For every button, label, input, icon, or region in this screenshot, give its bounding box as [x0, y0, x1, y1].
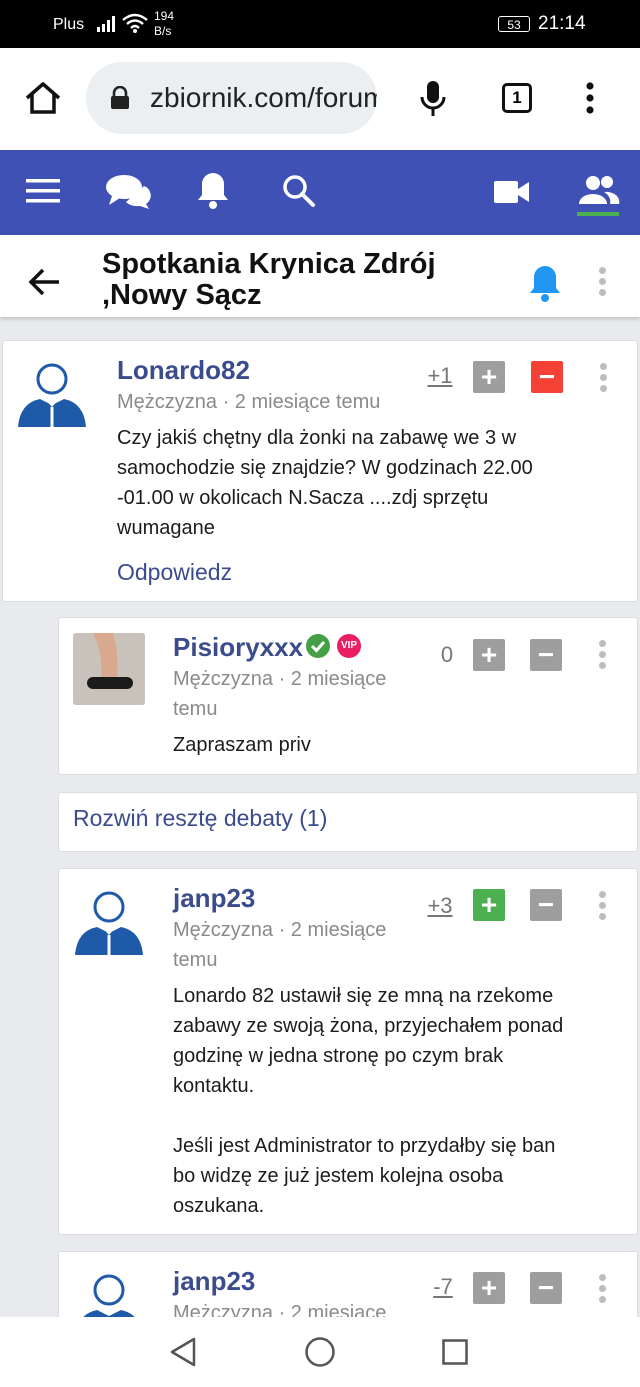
post-meta: Mężczyzna · 2 miesiące temu [117, 391, 381, 413]
reply-link[interactable]: Odpowiedz [117, 559, 232, 586]
home-nav-icon[interactable] [304, 1336, 336, 1368]
friends-icon[interactable] [578, 174, 620, 206]
video-icon[interactable] [494, 180, 530, 204]
post-card: janp23 Mężczyzna · 2 miesiące temu +3 + −… [58, 868, 638, 1235]
network-speed: 194 B/s [154, 9, 175, 38]
url-text: zbiornik.com/forum [150, 82, 377, 113]
subscribe-bell-icon[interactable] [528, 263, 562, 303]
lock-icon [111, 86, 129, 109]
post-meta: Mężczyzna · 2 miesiące temu [173, 919, 387, 971]
expand-debate-button[interactable]: Rozwiń resztę debaty (1) [58, 792, 638, 852]
back-arrow-icon[interactable] [28, 267, 60, 297]
downvote-button[interactable]: − [530, 639, 562, 671]
downvote-button[interactable]: − [530, 1272, 562, 1304]
app-navbar [0, 150, 640, 235]
system-navigation-bar [0, 1317, 640, 1387]
active-tab-indicator [577, 212, 619, 216]
browser-toolbar: zbiornik.com/forum 1 [0, 48, 640, 150]
page-title: Spotkania Krynica Zdrój ,Nowy Sącz [102, 248, 436, 311]
photo-thumbnail-icon [73, 633, 145, 705]
post-username[interactable]: janp23 [173, 1266, 255, 1297]
default-avatar-icon[interactable] [73, 883, 145, 955]
status-bar: Plus 194 B/s 53 21:14 [0, 0, 640, 48]
post-body: Czy jakiś chętny dla żonki na zabawę we … [117, 427, 533, 539]
default-avatar-icon[interactable] [73, 1266, 145, 1317]
expand-debate-label: Rozwiń resztę debaty (1) [73, 805, 328, 831]
post-meta: Mężczyzna · 2 miesiące temu [173, 668, 387, 720]
browser-menu-icon[interactable] [584, 81, 596, 115]
post-menu-icon[interactable] [598, 363, 608, 396]
tab-switcher-button[interactable]: 1 [502, 83, 532, 113]
post-username[interactable]: janp23 [173, 883, 255, 914]
post-card: Lonardo82 Mężczyzna · 2 miesiące temu +1… [2, 340, 638, 602]
post-meta: Mężczyzna · 2 miesiące [173, 1302, 387, 1317]
post-menu-icon[interactable] [597, 891, 607, 924]
verified-icon [306, 634, 330, 658]
microphone-icon[interactable] [420, 80, 446, 118]
wifi-icon [122, 13, 148, 33]
vote-score[interactable]: +1 [423, 363, 457, 389]
post-body: Lonardo 82 ustawił się ze mną na rzekome… [173, 985, 564, 1217]
upvote-button[interactable]: + [473, 361, 505, 393]
post-menu-icon[interactable] [597, 640, 607, 673]
upvote-button[interactable]: + [473, 889, 505, 921]
vip-badge: VIP [337, 634, 361, 658]
upvote-button[interactable]: + [473, 1272, 505, 1304]
home-icon[interactable] [24, 81, 62, 115]
back-nav-icon[interactable] [170, 1337, 196, 1367]
post-menu-icon[interactable] [597, 1274, 607, 1307]
thread-header: Spotkania Krynica Zdrój ,Nowy Sącz [0, 235, 640, 317]
downvote-button[interactable]: − [530, 889, 562, 921]
battery-icon: 53 [498, 16, 530, 32]
downvote-button[interactable]: − [531, 361, 563, 393]
default-avatar-icon[interactable] [16, 355, 88, 427]
post-body: Zapraszam priv [173, 734, 311, 756]
post-card: janp23 Mężczyzna · 2 miesiące -7 + − [58, 1251, 638, 1317]
vote-score[interactable]: +3 [423, 893, 457, 919]
menu-icon[interactable] [26, 178, 60, 204]
notifications-icon[interactable] [196, 170, 230, 210]
signal-icon [97, 16, 115, 32]
post-username[interactable]: Pisioryxxx [173, 632, 303, 663]
vote-score[interactable]: 0 [430, 642, 464, 668]
vote-score[interactable]: -7 [426, 1274, 460, 1300]
search-icon[interactable] [282, 174, 316, 208]
upvote-button[interactable]: + [473, 639, 505, 671]
clock: 21:14 [538, 13, 586, 34]
address-bar[interactable]: zbiornik.com/forum [86, 62, 377, 134]
post-card: Pisioryxxx VIP Mężczyzna · 2 miesiące tem… [58, 617, 638, 775]
post-username[interactable]: Lonardo82 [117, 355, 250, 386]
chat-icon[interactable] [104, 172, 152, 210]
recents-nav-icon[interactable] [442, 1339, 468, 1365]
user-photo-avatar[interactable] [73, 633, 145, 705]
thread-menu-icon[interactable] [597, 267, 607, 300]
carrier-label: Plus [53, 16, 85, 33]
